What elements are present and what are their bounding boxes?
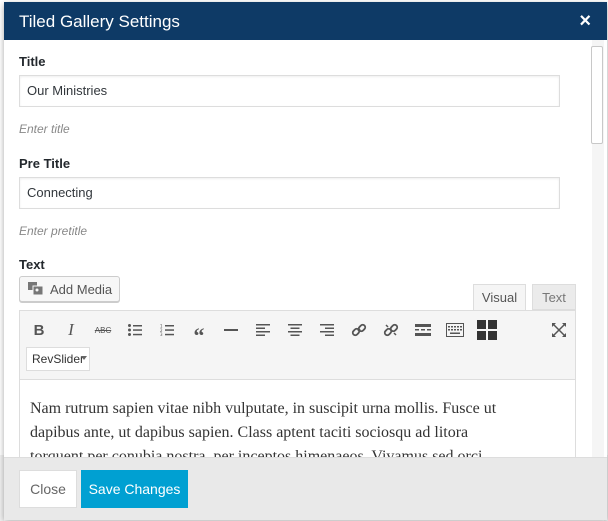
blockquote-icon[interactable]: “: [188, 320, 210, 348]
modal-footer: Close Save Changes: [4, 457, 607, 520]
title-label: Title: [19, 54, 46, 69]
add-media-icon: [28, 282, 44, 296]
bullet-list-icon[interactable]: [124, 320, 146, 340]
unlink-icon[interactable]: [380, 320, 402, 340]
pretitle-hint: Enter pretitle: [19, 224, 88, 238]
italic-icon[interactable]: I: [60, 320, 82, 340]
align-center-icon[interactable]: [284, 320, 306, 340]
add-media-label: Add Media: [50, 282, 113, 297]
horizontal-rule-icon[interactable]: [220, 320, 242, 340]
fullscreen-icon[interactable]: [548, 320, 570, 340]
close-icon[interactable]: ×: [579, 11, 591, 31]
align-left-icon[interactable]: [252, 320, 274, 340]
strikethrough-icon[interactable]: ABC: [92, 320, 114, 340]
read-more-icon[interactable]: [412, 320, 434, 340]
modal-title: Tiled Gallery Settings: [19, 12, 180, 31]
tab-visual[interactable]: Visual: [473, 284, 526, 310]
editor-toolbar: B I ABC 123 “ RevSlider: [20, 311, 575, 380]
scrollbar-thumb[interactable]: [591, 46, 603, 144]
modal-header: Tiled Gallery Settings ×: [4, 2, 607, 40]
add-media-button[interactable]: Add Media: [19, 276, 120, 302]
chevron-down-icon: [81, 356, 87, 360]
pretitle-input[interactable]: Connecting: [19, 177, 560, 209]
numbered-list-icon[interactable]: 123: [156, 320, 178, 340]
toolbar-toggle-icon[interactable]: [444, 320, 466, 340]
content-line: torquent per conubia nostra, per incepto…: [30, 448, 483, 457]
content-line: dapibus ante, ut dapibus sapien. Class a…: [30, 424, 469, 441]
modal-body: Title Our Ministries Enter title Pre Tit…: [4, 40, 607, 457]
pretitle-label: Pre Title: [19, 156, 71, 171]
tab-text[interactable]: Text: [532, 284, 576, 310]
close-button[interactable]: Close: [19, 470, 77, 508]
revslider-select[interactable]: RevSlider: [26, 347, 90, 371]
save-changes-button[interactable]: Save Changes: [81, 470, 188, 508]
grid-icon[interactable]: [476, 320, 498, 340]
link-icon[interactable]: [348, 320, 370, 340]
align-right-icon[interactable]: [316, 320, 338, 340]
revslider-label: RevSlider: [32, 352, 85, 366]
title-hint: Enter title: [19, 122, 70, 136]
editor-content[interactable]: Nam rutrum sapien vitae nibh vulputate, …: [30, 397, 560, 457]
tiled-gallery-settings-modal: Tiled Gallery Settings × Title Our Minis…: [4, 2, 607, 520]
content-line: Nam rutrum sapien vitae nibh vulputate, …: [30, 400, 497, 417]
text-label: Text: [19, 257, 45, 272]
title-input[interactable]: Our Ministries: [19, 75, 560, 107]
svg-text:3: 3: [160, 332, 163, 336]
text-editor: B I ABC 123 “ RevSlider Nam rutrum sapie…: [19, 310, 576, 457]
bold-icon[interactable]: B: [28, 320, 50, 340]
